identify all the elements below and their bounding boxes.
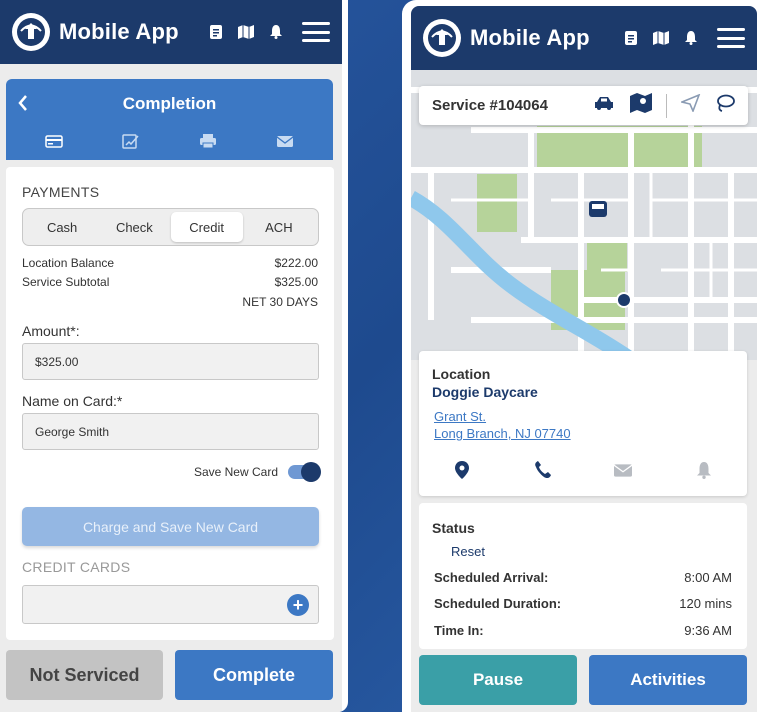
reset-link[interactable]: Reset — [451, 544, 485, 559]
logo-icon — [12, 13, 50, 51]
credit-cards-label: CREDIT CARDS — [22, 559, 131, 575]
navigation-icon[interactable] — [679, 93, 701, 117]
not-serviced-button[interactable]: Not Serviced — [6, 650, 163, 700]
right-phone-screen: Mobile App Service #104064 Location Dogg… — [402, 0, 757, 712]
name-on-card-field[interactable]: George Smith — [22, 413, 319, 450]
menu-icon[interactable] — [302, 22, 330, 42]
credit-cards-field[interactable]: + — [22, 585, 319, 624]
map-icon[interactable] — [653, 30, 669, 46]
phone-icon[interactable] — [534, 461, 552, 479]
location-balance-row: Location Balance $222.00 — [22, 256, 318, 270]
payment-method-selector: Cash Check Credit ACH — [22, 208, 319, 246]
left-screen-content: Mobile App Completion PAYMENTS Cash Chec… — [0, 0, 342, 712]
save-card-toggle[interactable] — [288, 462, 321, 482]
payments-panel: PAYMENTS Cash Check Credit ACH Location … — [6, 167, 334, 640]
save-card-label: Save New Card — [193, 465, 278, 479]
payment-terms: NET 30 DAYS — [242, 295, 318, 309]
row-value: 9:36 AM — [684, 623, 732, 638]
location-balance-label: Location Balance — [22, 256, 115, 270]
row-key: Time In: — [434, 623, 484, 638]
credit-card-icon[interactable] — [45, 133, 64, 149]
location-label: Location — [432, 366, 491, 382]
envelope-icon[interactable] — [614, 461, 633, 479]
logo-icon — [423, 19, 461, 57]
scheduled-duration-row: Scheduled Duration: 120 mins — [434, 596, 732, 611]
service-subtotal-value: $325.00 — [274, 275, 318, 289]
status-card: Status Reset Scheduled Arrival: 8:00 AM … — [419, 503, 747, 649]
document-icon[interactable] — [208, 24, 224, 40]
bell-icon[interactable] — [268, 24, 284, 40]
location-card: Location Doggie Daycare Grant St. Long B… — [419, 351, 747, 496]
row-key: Scheduled Duration: — [434, 596, 562, 611]
printer-icon[interactable] — [199, 133, 217, 149]
payment-method-credit[interactable]: Credit — [170, 212, 243, 242]
lasso-icon[interactable] — [715, 94, 735, 117]
car-icon[interactable] — [594, 95, 616, 116]
separator — [666, 93, 667, 118]
location-pin-icon[interactable] — [453, 461, 471, 479]
completion-title: Completion — [122, 94, 217, 113]
bell-icon[interactable] — [695, 461, 713, 479]
row-key: Scheduled Arrival: — [434, 570, 549, 585]
van-icon — [589, 201, 607, 217]
service-bar: Service #104064 — [419, 86, 748, 125]
name-on-card-label: Name on Card:* — [22, 393, 123, 409]
service-title: Service #104064 — [432, 97, 548, 114]
signature-icon[interactable] — [122, 133, 140, 149]
save-card-row: Save New Card — [193, 462, 321, 482]
status-label: Status — [432, 520, 475, 536]
document-icon[interactable] — [623, 30, 639, 46]
payment-method-check[interactable]: Check — [98, 212, 170, 242]
time-in-row: Time In: 9:36 AM — [434, 623, 732, 638]
address-line-1[interactable]: Grant St. — [434, 409, 486, 424]
payments-label: PAYMENTS — [22, 184, 100, 200]
app-title: Mobile App — [59, 19, 179, 44]
service-subtotal-label: Service Subtotal — [22, 275, 110, 289]
left-phone-screen: Mobile App Completion PAYMENTS Cash Chec… — [0, 0, 348, 712]
payment-method-ach[interactable]: ACH — [243, 212, 315, 242]
right-screen-content: Mobile App Service #104064 Location Dogg… — [411, 6, 757, 712]
row-value: 8:00 AM — [684, 570, 732, 585]
location-balance-value: $222.00 — [274, 256, 318, 270]
activities-button[interactable]: Activities — [589, 655, 747, 705]
service-subtotal-row: Service Subtotal $325.00 — [22, 275, 318, 289]
pause-button[interactable]: Pause — [419, 655, 577, 705]
location-name: Doggie Daycare — [432, 384, 538, 400]
charge-and-save-button[interactable]: Charge and Save New Card — [22, 507, 319, 546]
plus-icon[interactable]: + — [287, 594, 309, 616]
app-title: Mobile App — [470, 25, 590, 50]
address-line-2[interactable]: Long Branch, NJ 07740 — [434, 426, 571, 441]
row-value: 120 mins — [679, 596, 732, 611]
complete-button[interactable]: Complete — [175, 650, 333, 700]
app-bar: Mobile App — [411, 6, 757, 70]
menu-icon[interactable] — [717, 28, 745, 48]
completion-header: Completion — [6, 79, 333, 160]
amount-label: Amount*: — [22, 323, 80, 339]
bell-icon[interactable] — [683, 30, 699, 46]
envelope-icon[interactable] — [276, 133, 294, 149]
payment-method-cash[interactable]: Cash — [26, 212, 98, 242]
terms-row: NET 30 DAYS — [22, 295, 318, 309]
map-icon[interactable] — [238, 24, 254, 40]
amount-field[interactable]: $325.00 — [22, 343, 319, 380]
app-bar: Mobile App — [0, 0, 342, 64]
map-route-icon[interactable] — [630, 93, 652, 118]
scheduled-arrival-row: Scheduled Arrival: 8:00 AM — [434, 570, 732, 585]
